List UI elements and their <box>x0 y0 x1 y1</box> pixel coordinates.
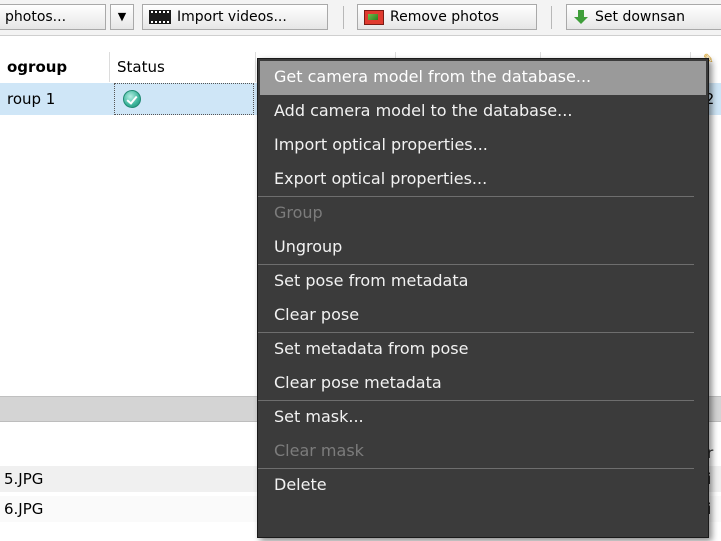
add-photos-dropdown[interactable]: ▼ <box>110 4 134 30</box>
toolbar: photos... ▼ Import videos... Remove phot… <box>0 0 721 36</box>
column-header-group[interactable]: ogroup <box>0 52 110 82</box>
menu-item-clear-mask: Clear mask <box>258 435 694 469</box>
import-videos-label: Import videos... <box>177 9 287 25</box>
menu-item-import-optical-properties[interactable]: Import optical properties... <box>258 129 708 163</box>
menu-item-add-camera-model[interactable]: Add camera model to the database... <box>258 95 708 129</box>
remove-photo-icon <box>364 9 384 25</box>
add-photos-label: photos... <box>5 9 67 25</box>
import-videos-button[interactable]: Import videos... <box>142 4 328 30</box>
group-cell: roup 1 <box>7 90 56 108</box>
menu-item-set-metadata-from-pose[interactable]: Set metadata from pose <box>258 333 708 367</box>
remove-photos-button[interactable]: Remove photos <box>357 4 537 30</box>
column-header-status[interactable]: Status <box>110 52 256 82</box>
add-photos-button[interactable]: photos... <box>0 4 106 30</box>
toolbar-divider <box>343 6 344 29</box>
menu-item-export-optical-properties[interactable]: Export optical properties... <box>258 163 694 197</box>
menu-item-group: Group <box>274 203 323 222</box>
status-ok-icon <box>123 90 141 108</box>
menu-item-clear-pose[interactable]: Clear pose <box>258 299 694 333</box>
menu-item-ungroup[interactable]: Ungroup <box>258 231 694 265</box>
set-downsample-button[interactable]: Set downsan <box>566 4 721 30</box>
toolbar-divider <box>551 6 552 29</box>
file-name: 5.JPG <box>4 470 44 488</box>
film-icon <box>149 10 171 24</box>
menu-item-clear-pose-metadata[interactable]: Clear pose metadata <box>258 367 694 401</box>
file-name: 6.JPG <box>4 500 44 518</box>
remove-photos-label: Remove photos <box>390 9 499 25</box>
context-menu: Get camera model from the database... Ad… <box>257 58 709 538</box>
download-arrow-icon <box>573 10 589 24</box>
menu-item-get-camera-model[interactable]: Get camera model from the database... <box>260 61 706 95</box>
chevron-down-icon: ▼ <box>117 10 127 23</box>
menu-item-delete[interactable]: Delete <box>258 469 708 503</box>
menu-item-set-mask[interactable]: Set mask... <box>258 401 708 435</box>
status-cell[interactable] <box>114 83 254 115</box>
menu-item-set-pose-from-metadata[interactable]: Set pose from metadata <box>258 265 708 299</box>
set-downsample-label: Set downsan <box>595 9 685 25</box>
